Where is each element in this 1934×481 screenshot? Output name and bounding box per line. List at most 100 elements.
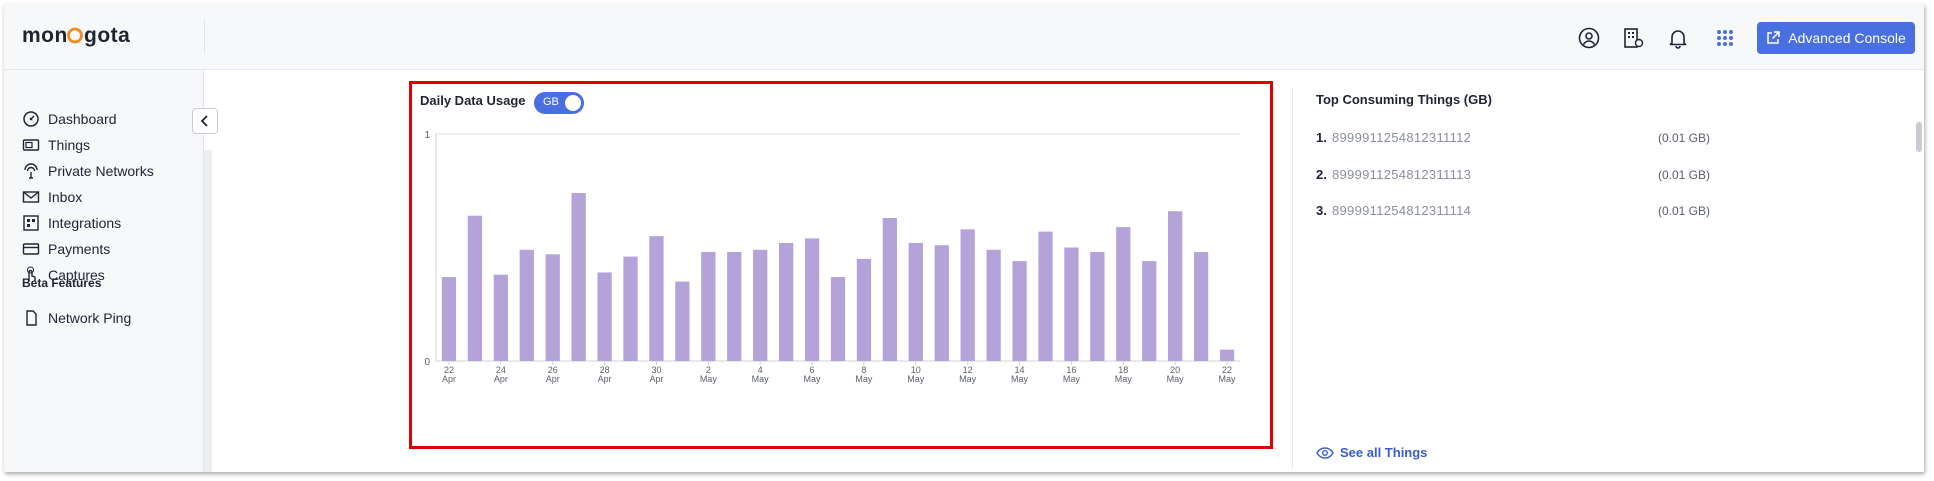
sidebar-item-private-networks[interactable]: Private Networks: [22, 160, 154, 182]
top-header: mon gota Advanced Console: [4, 4, 1924, 70]
chart-bar: [1168, 211, 1183, 361]
x-tick-month: May: [1115, 374, 1133, 384]
dashboard-icon: [23, 111, 39, 127]
x-tick-month: May: [700, 374, 718, 384]
sidebar-item-payments[interactable]: Payments: [22, 238, 110, 260]
thing-usage: (0.01 GB): [1658, 131, 1711, 145]
chart-bar: [1219, 349, 1235, 361]
chart-bar: [753, 249, 768, 361]
chart-bar: [778, 242, 794, 361]
x-tick-month: May: [855, 374, 873, 384]
x-tick-month: May: [804, 374, 822, 384]
sidebar-item-network-ping[interactable]: Network Ping: [22, 307, 131, 329]
external-link-icon: [1767, 31, 1780, 44]
chart-bar: [934, 245, 949, 361]
y-tick-label: 0: [424, 357, 430, 368]
beta-features-heading: Beta Features: [22, 276, 102, 290]
chart-bar: [623, 256, 638, 361]
chart-bar: [441, 277, 457, 361]
x-tick-month: Apr: [494, 374, 508, 384]
chart-bar: [649, 236, 664, 361]
advanced-console-label: Advanced Console: [1788, 30, 1906, 46]
sim-card-icon: [22, 139, 40, 151]
daily-usage-card: Daily Data Usage GB 0 1 22 Apr 24 Apr 26 Apr 28 A…: [409, 81, 1273, 449]
rank-number: 2.: [1316, 167, 1327, 182]
chart-bar: [856, 258, 872, 361]
x-tick-month: May: [1063, 374, 1081, 384]
list-item[interactable]: 3. 8999911254812311114 (0.01 GB): [1316, 203, 1746, 221]
user-circle-icon[interactable]: [1577, 26, 1601, 50]
chart-bar: [1193, 252, 1209, 361]
unit-toggle[interactable]: GB: [534, 92, 584, 114]
credit-card-icon: [22, 243, 40, 255]
toggle-knob: [565, 95, 581, 111]
apps-grid-icon[interactable]: [1713, 26, 1737, 50]
brand-logo[interactable]: mon gota: [22, 22, 152, 50]
chart-bar: [467, 215, 483, 361]
chart-title: Daily Data Usage: [420, 93, 526, 108]
thing-id[interactable]: 8999911254812311114: [1332, 203, 1471, 218]
sidebar-item-label: Things: [48, 137, 91, 153]
chart-bar: [701, 252, 716, 361]
chart-bar: [1090, 252, 1105, 361]
x-tick-month: Apr: [546, 374, 560, 384]
antenna-icon: [24, 163, 38, 179]
list-item[interactable]: 2. 8999911254812311113 (0.01 GB): [1316, 167, 1746, 185]
unit-toggle-label: GB: [543, 96, 559, 108]
chart-bar: [571, 193, 586, 361]
eye-icon: [1316, 446, 1334, 459]
sidebar-item-label: Integrations: [48, 215, 122, 231]
bar-chart: 0122Apr24Apr26Apr28Apr30Apr2May4May6May8…: [424, 130, 1240, 384]
sidebar-item-label: Private Networks: [48, 163, 154, 179]
chart-bar: [1142, 261, 1157, 361]
header-divider: [204, 20, 205, 54]
chart-bar: [1064, 247, 1079, 361]
top-consuming-title: Top Consuming Things (GB): [1316, 92, 1492, 107]
chart-bar: [545, 254, 560, 361]
thing-id[interactable]: 8999911254812311112: [1332, 130, 1471, 145]
chart-bar: [597, 272, 612, 361]
x-tick-month: Apr: [442, 374, 456, 384]
x-tick-month: Apr: [649, 374, 663, 384]
sidebar-item-label: Dashboard: [48, 111, 117, 127]
x-tick-month: May: [1167, 374, 1185, 384]
chart-bar: [519, 249, 534, 361]
list-item[interactable]: 1. 8999911254812311112 (0.01 GB): [1316, 130, 1746, 148]
chart-bar: [1116, 227, 1131, 361]
x-tick-month: May: [907, 374, 925, 384]
envelope-icon: [22, 191, 40, 203]
rank-number: 1.: [1316, 130, 1327, 145]
advanced-console-button[interactable]: Advanced Console: [1757, 22, 1915, 54]
see-all-label: See all Things: [1340, 445, 1428, 460]
thing-id[interactable]: 8999911254812311113: [1332, 167, 1471, 182]
chart-bar: [804, 238, 820, 361]
account-building-icon[interactable]: [1621, 26, 1645, 50]
rank-number: 3.: [1316, 203, 1327, 218]
sidebar-item-dashboard[interactable]: Dashboard: [22, 108, 117, 130]
chart-bar: [675, 281, 690, 361]
chevron-left-icon: [200, 115, 208, 127]
see-all-things-link[interactable]: See all Things: [1316, 445, 1427, 460]
x-tick-month: Apr: [598, 374, 612, 384]
chart-bar: [986, 249, 1001, 361]
thing-usage: (0.01 GB): [1658, 204, 1711, 218]
sidebar-item-label: Inbox: [48, 189, 83, 205]
chart-bar: [1038, 231, 1053, 361]
page-scrollbar[interactable]: [1916, 122, 1922, 152]
chart-bar: [960, 229, 975, 361]
x-tick-month: May: [1219, 374, 1237, 384]
chart-bar: [908, 242, 923, 361]
panel-divider: [1292, 88, 1293, 468]
sidebar-item-integrations[interactable]: Integrations: [22, 212, 121, 234]
bell-icon[interactable]: [1666, 26, 1690, 50]
chart-bar: [882, 217, 898, 361]
sidebar-item-inbox[interactable]: Inbox: [22, 186, 82, 208]
chart-bar: [493, 274, 508, 361]
sidebar: Dashboard Things Private Networks Inbox …: [4, 70, 204, 472]
x-tick-month: May: [752, 374, 770, 384]
sidebar-item-things[interactable]: Things: [22, 134, 90, 156]
x-tick-month: May: [1011, 374, 1029, 384]
chart-bar: [830, 277, 846, 361]
chart-bar: [727, 252, 742, 361]
collapse-sidebar-button[interactable]: [192, 108, 218, 134]
